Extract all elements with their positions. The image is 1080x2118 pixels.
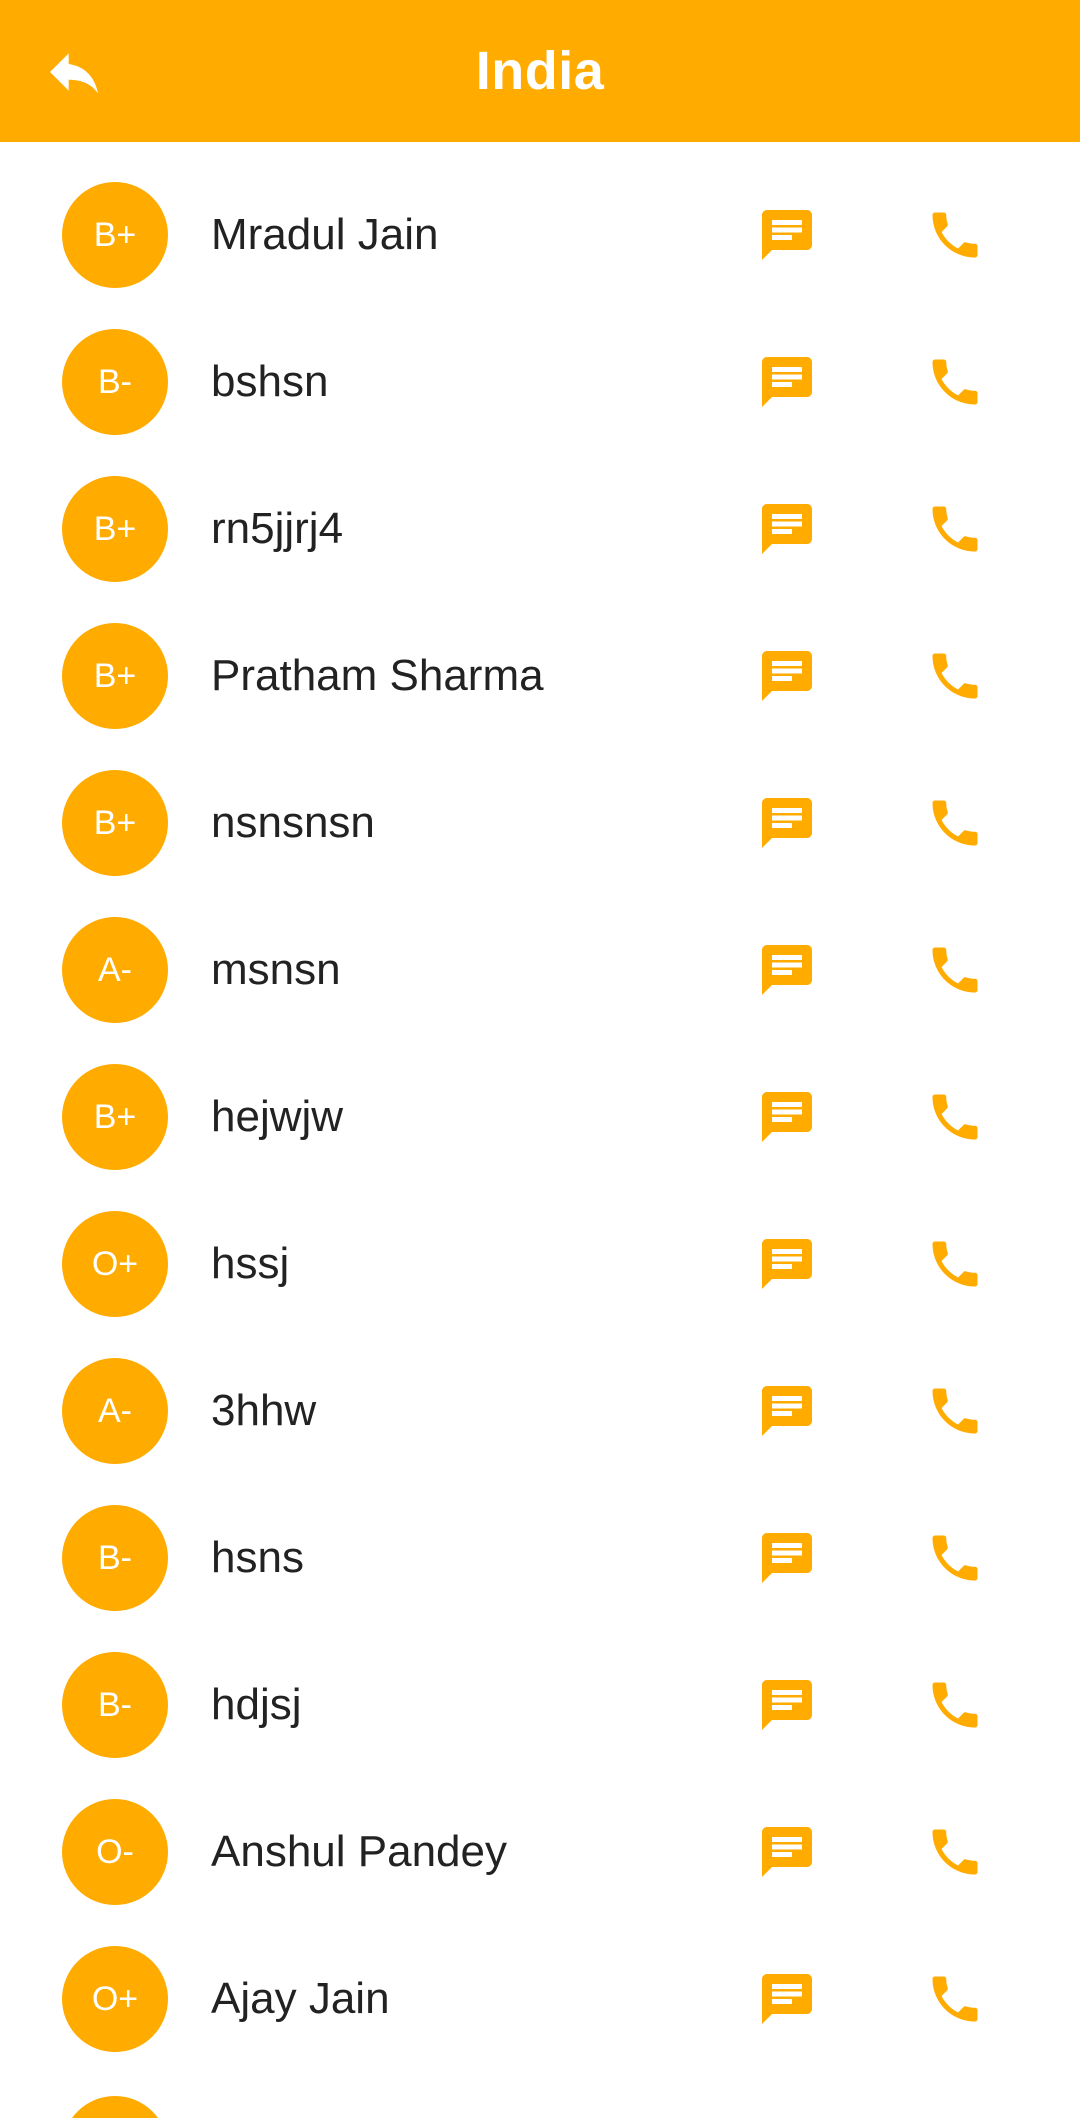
message-button[interactable]	[747, 930, 827, 1010]
blood-group-avatar: B+	[62, 770, 168, 876]
message-button[interactable]	[747, 1959, 827, 2039]
donor-name: 3hhw	[211, 1386, 317, 1435]
blood-group-avatar: B-	[62, 1652, 168, 1758]
message-icon	[762, 945, 812, 995]
blood-group-avatar: B+	[62, 623, 168, 729]
donor-name: bshsn	[211, 357, 329, 406]
donor-name: hdjsj	[211, 1680, 302, 1729]
phone-icon	[932, 1535, 978, 1581]
call-button[interactable]	[915, 930, 995, 1010]
blood-group-avatar: O+	[62, 1211, 168, 1317]
donor-row[interactable]: B+ hejwjw	[0, 1044, 1080, 1191]
message-button[interactable]	[747, 342, 827, 422]
donor-row[interactable]: B+ nsnsnsn	[0, 750, 1080, 897]
donor-row[interactable]: B+ rn5jjrj4	[0, 456, 1080, 603]
message-icon	[762, 798, 812, 848]
phone-icon	[932, 653, 978, 699]
phone-icon	[932, 1094, 978, 1140]
call-button[interactable]	[915, 783, 995, 863]
blood-group-avatar: B-	[62, 329, 168, 435]
call-button[interactable]	[915, 1518, 995, 1598]
blood-group-avatar: O-	[62, 1799, 168, 1905]
call-button[interactable]	[915, 1077, 995, 1157]
phone-icon	[932, 1682, 978, 1728]
message-icon	[762, 1386, 812, 1436]
call-button[interactable]	[915, 342, 995, 422]
blood-group-avatar: A-	[62, 917, 168, 1023]
blood-group-avatar: B+	[62, 476, 168, 582]
donor-row[interactable]: B+ Pratham Sharma	[0, 603, 1080, 750]
phone-icon	[932, 506, 978, 552]
message-button[interactable]	[747, 783, 827, 863]
blood-group-avatar: B+	[62, 182, 168, 288]
page-title: India	[475, 41, 605, 101]
message-icon	[762, 1533, 812, 1583]
call-button[interactable]	[915, 1371, 995, 1451]
donor-name: Ajay Jain	[211, 1974, 390, 2023]
phone-icon	[932, 800, 978, 846]
donor-name: hssj	[211, 1239, 290, 1288]
donor-row[interactable]: O+ hssj	[0, 1191, 1080, 1338]
donor-row[interactable]: O- Anshul Pandey	[0, 1779, 1080, 1926]
message-icon	[762, 1827, 812, 1877]
donor-row[interactable]: O+ Ajay Jain	[0, 1926, 1080, 2073]
message-icon	[762, 1092, 812, 1142]
message-icon	[762, 1239, 812, 1289]
partial-avatar	[62, 2096, 168, 2118]
blood-group-avatar: A-	[62, 1358, 168, 1464]
phone-icon	[932, 212, 978, 258]
app-bar: India	[0, 0, 1080, 142]
message-icon	[762, 1680, 812, 1730]
donor-row[interactable]: B-hsns	[0, 1485, 1080, 1632]
call-button[interactable]	[915, 1812, 995, 1892]
reply-arrow-icon	[50, 53, 98, 94]
message-button[interactable]	[747, 1812, 827, 1892]
phone-icon	[932, 1388, 978, 1434]
message-icon	[762, 357, 812, 407]
message-icon	[762, 651, 812, 701]
blood-group-avatar: B-	[62, 1505, 168, 1611]
donor-row[interactable]: B+ Mradul Jain	[0, 162, 1080, 309]
call-button[interactable]	[915, 1665, 995, 1745]
message-icon	[762, 504, 812, 554]
call-button[interactable]	[915, 636, 995, 716]
call-button[interactable]	[915, 1959, 995, 2039]
blood-group-avatar: B+	[62, 1064, 168, 1170]
call-button[interactable]	[915, 489, 995, 569]
donor-row[interactable]: B-hdjsj	[0, 1632, 1080, 1779]
phone-icon	[932, 1241, 978, 1287]
donor-name: hsns	[211, 1533, 304, 1582]
phone-icon	[932, 947, 978, 993]
message-button[interactable]	[747, 1224, 827, 1304]
back-button[interactable]	[36, 34, 112, 110]
phone-icon	[932, 1829, 978, 1875]
donor-name: hejwjw	[211, 1092, 344, 1141]
donor-name: rn5jjrj4	[211, 504, 344, 553]
message-button[interactable]	[747, 489, 827, 569]
message-icon	[762, 1974, 812, 2024]
phone-icon	[932, 1976, 978, 2022]
blood-group-avatar: O+	[62, 1946, 168, 2052]
donor-name: Mradul Jain	[211, 210, 439, 259]
message-button[interactable]	[747, 1077, 827, 1157]
call-button[interactable]	[915, 195, 995, 275]
donor-row[interactable]: B-bshsn	[0, 309, 1080, 456]
donor-row[interactable]: A-msnsn	[0, 897, 1080, 1044]
donor-list[interactable]: B+ Mradul Jain B-bshsn B+ rn5jjrj4 B+ Pratham …	[0, 142, 1080, 2118]
phone-icon	[932, 359, 978, 405]
message-button[interactable]	[747, 636, 827, 716]
donor-name: Anshul Pandey	[211, 1827, 507, 1876]
message-button[interactable]	[747, 195, 827, 275]
donor-name: Pratham Sharma	[211, 651, 544, 700]
message-button[interactable]	[747, 1665, 827, 1745]
call-button[interactable]	[915, 1224, 995, 1304]
donor-name: msnsn	[211, 945, 341, 994]
donor-name: nsnsnsn	[211, 798, 375, 847]
donor-row[interactable]: A- 3hhw	[0, 1338, 1080, 1485]
message-icon	[762, 210, 812, 260]
message-button[interactable]	[747, 1371, 827, 1451]
message-button[interactable]	[747, 1518, 827, 1598]
